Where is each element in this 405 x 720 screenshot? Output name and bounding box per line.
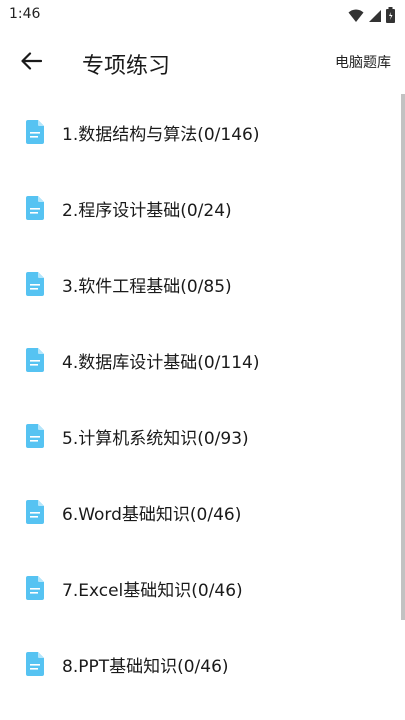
list-item[interactable]: 6.Word基础知识(0/46): [0, 474, 395, 550]
back-button[interactable]: [18, 50, 44, 76]
document-icon: [26, 652, 44, 676]
list-item-label: 1.数据结构与算法(0/146): [62, 124, 260, 145]
list-item-label: 5.计算机系统知识(0/93): [62, 428, 249, 449]
document-icon: [26, 424, 44, 448]
signal-icon: [368, 8, 382, 27]
computer-question-bank-button[interactable]: 电脑题库: [335, 52, 391, 72]
list-item[interactable]: 7.Excel基础知识(0/46): [0, 550, 395, 626]
battery-icon: [386, 7, 395, 27]
document-icon: [26, 272, 44, 296]
document-icon: [26, 500, 44, 524]
scrollbar[interactable]: [401, 94, 405, 620]
list-item[interactable]: 1.数据结构与算法(0/146): [0, 94, 395, 170]
list-item-label: 3.软件工程基础(0/85): [62, 276, 232, 297]
list-item[interactable]: 4.数据库设计基础(0/114): [0, 322, 395, 398]
document-icon: [26, 120, 44, 144]
wifi-icon: [348, 8, 364, 27]
list-item-label: 7.Excel基础知识(0/46): [62, 580, 243, 601]
status-icons: [348, 7, 395, 27]
list-item-label: 4.数据库设计基础(0/114): [62, 352, 260, 373]
document-icon: [26, 576, 44, 600]
status-time: 1:46: [9, 6, 41, 22]
list-item-label: 2.程序设计基础(0/24): [62, 200, 232, 221]
page-title: 专项练习: [82, 54, 171, 79]
document-icon: [26, 196, 44, 220]
list-item[interactable]: 2.程序设计基础(0/24): [0, 170, 395, 246]
list-item-label: 6.Word基础知识(0/46): [62, 504, 242, 525]
status-bar: 1:46: [0, 0, 405, 30]
arrow-back-icon: [20, 52, 43, 74]
document-icon: [26, 348, 44, 372]
list-item[interactable]: 5.计算机系统知识(0/93): [0, 398, 395, 474]
list-item[interactable]: 3.软件工程基础(0/85): [0, 246, 395, 322]
list-item-label: 8.PPT基础知识(0/46): [62, 656, 229, 677]
app-bar: 专项练习 电脑题库: [0, 30, 405, 94]
list-item[interactable]: 8.PPT基础知识(0/46): [0, 626, 395, 702]
